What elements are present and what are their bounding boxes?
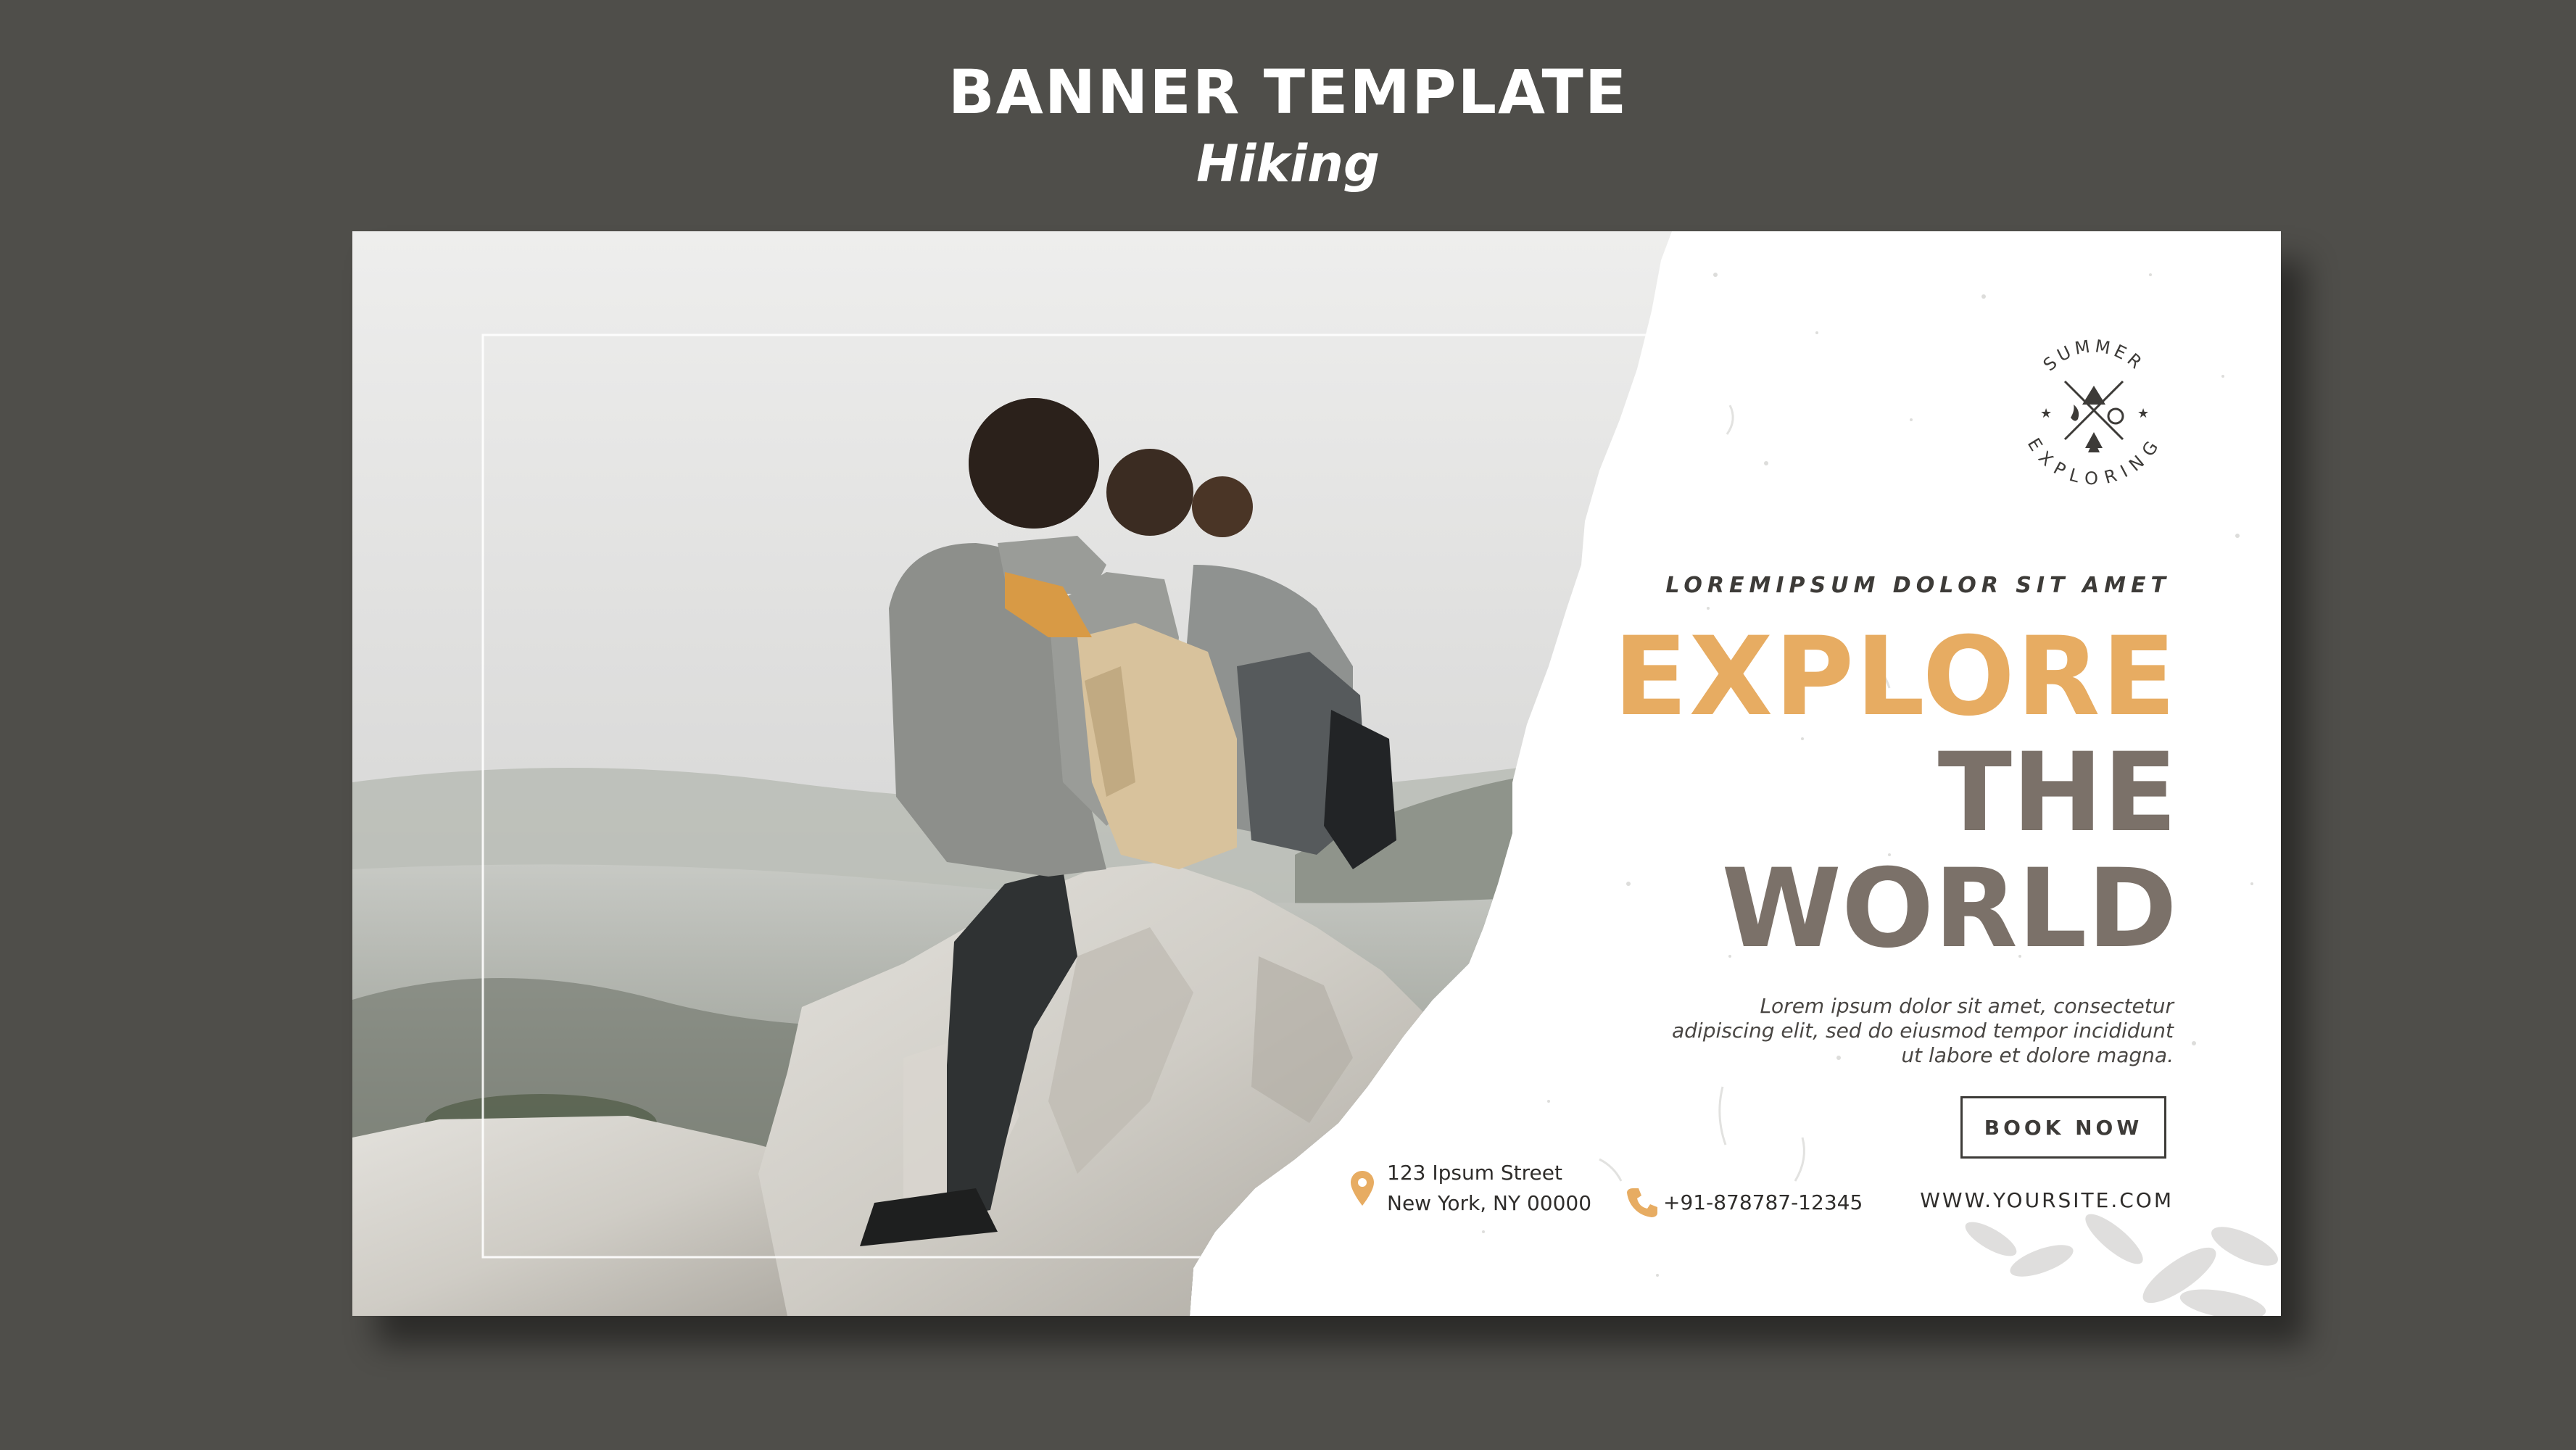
map-pin-icon (1351, 1171, 1374, 1206)
headline-the: THE (1937, 730, 2177, 856)
book-now-button[interactable]: BOOK NOW (1960, 1096, 2166, 1159)
leaf-shadow-decoration (1965, 1214, 2278, 1316)
compass-icon (2107, 407, 2124, 425)
phone-block[interactable]: +91-878787-12345 (1625, 1185, 1863, 1219)
svg-text:SUMMER: SUMMER (2039, 336, 2148, 375)
headline-explore: EXPLORE (1613, 614, 2177, 740)
svg-text:★: ★ (2040, 406, 2052, 421)
logo-top-text: SUMMER (2039, 336, 2145, 375)
phone-number: +91-878787-12345 (1663, 1190, 1863, 1214)
description-text: Lorem ipsum dolor sit amet, consectetur … (1671, 994, 2174, 1067)
tagline: LOREMIPSUM DOLOR SIT AMET (1665, 573, 2171, 598)
headline-world: WORLD (1721, 846, 2177, 972)
phone-icon (1627, 1188, 1657, 1217)
tent-icon (2082, 386, 2105, 405)
address-line-1: 123 Ipsum Street (1387, 1161, 1562, 1185)
summer-exploring-logo: SUMMER EXPLORING ★ ★ (2007, 323, 2181, 497)
page-title: BANNER TEMPLATE (948, 57, 1628, 128)
svg-text:★: ★ (2137, 406, 2149, 421)
website-link[interactable]: WWW.YOURSITE.COM (1920, 1188, 2174, 1212)
page-subtitle: Hiking (1196, 134, 1380, 194)
headline: EXPLORE THE WORLD (1613, 623, 2177, 964)
address-block: 123 Ipsum Street New York, NY 00000 (1349, 1158, 1591, 1219)
campfire-icon (2071, 405, 2079, 421)
address-line-2: New York, NY 00000 (1387, 1191, 1592, 1215)
banner-card: SUMMER EXPLORING ★ ★ LOREMIPSUM DOLOR SI… (352, 231, 2281, 1316)
pine-tree-icon (2085, 432, 2103, 452)
